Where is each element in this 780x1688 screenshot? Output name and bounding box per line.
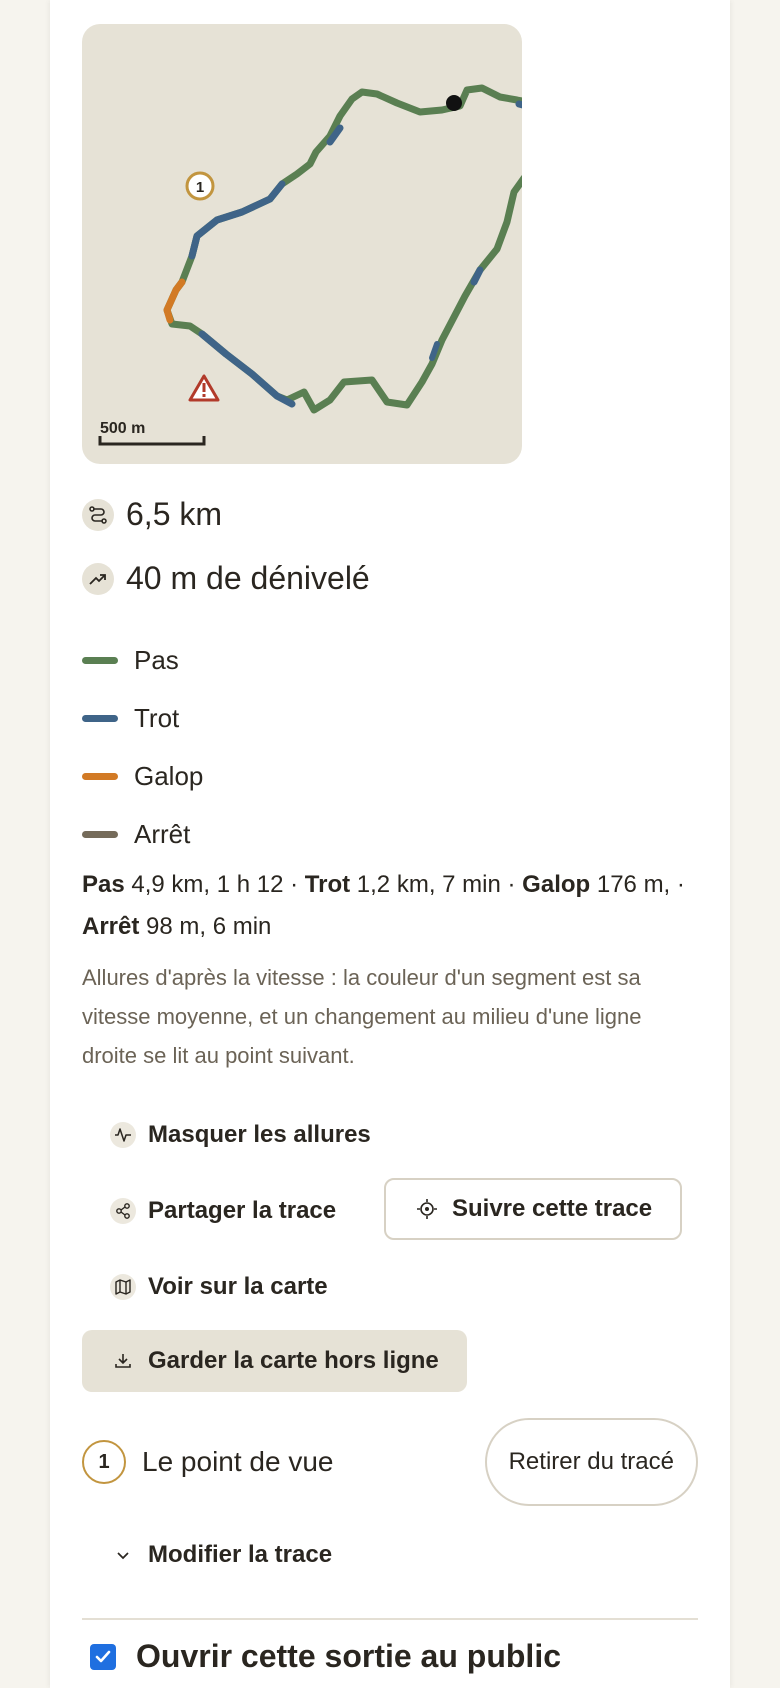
map-icon [110, 1274, 136, 1300]
legend-label: Trot [134, 702, 180, 733]
chevron-down-icon [110, 1542, 136, 1568]
legend-item-pas: Pas [82, 640, 179, 680]
route-path-trot [470, 266, 484, 286]
share-button[interactable]: Partager la trace [82, 1180, 364, 1242]
hide-gaits-label: Masquer les allures [148, 1121, 371, 1148]
activity-icon [110, 1122, 136, 1148]
elevation-stat: 40 m de dénivelé [82, 560, 370, 597]
warning-icon[interactable] [188, 374, 220, 402]
legend-swatch [82, 714, 118, 722]
summary-arret-label: Arrêt [82, 913, 140, 940]
summary-trot-label: Trot [304, 871, 351, 898]
poi-name: Le point de vue [142, 1446, 334, 1477]
legend-swatch [82, 656, 118, 664]
hide-gaits-button[interactable]: Masquer les allures [82, 1104, 399, 1166]
follow-track-button[interactable]: Suivre cette trace [384, 1178, 683, 1240]
outing-card: 1 500 m 6,5 km 40 m de dénivelé Pas Trot… [50, 0, 730, 1688]
download-icon [110, 1348, 136, 1374]
poi-number-badge: 1 [82, 1440, 126, 1484]
legend-label: Galop [134, 760, 204, 791]
public-checkbox[interactable] [90, 1643, 116, 1670]
poi-row: 1 Le point de vue Retirer du tracé [82, 1418, 698, 1506]
distance-stat: 6,5 km [82, 496, 222, 533]
summary-arret-value: 98 m, 6 min [139, 913, 272, 940]
legend-label: Arrêt [134, 818, 191, 849]
offline-map-label: Garder la carte hors ligne [148, 1347, 439, 1374]
share-label: Partager la trace [148, 1197, 337, 1224]
scale-label: 500 m [100, 420, 146, 437]
check-icon [95, 1650, 111, 1662]
gait-note: Allures d'après la vitesse : la couleur … [82, 965, 642, 1068]
route-map[interactable]: 1 500 m [82, 24, 522, 464]
gait-summary: Pas 4,9 km, 1 h 12 · Trot 1,2 km, 7 min … [82, 864, 698, 948]
follow-track-label: Suivre cette trace [452, 1195, 653, 1222]
view-map-button[interactable]: Voir sur la carte [82, 1256, 356, 1318]
edit-track-label: Modifier la trace [148, 1541, 333, 1568]
route-path-pas [163, 84, 522, 414]
edit-track-toggle[interactable]: Modifier la trace [82, 1524, 360, 1586]
poi-marker[interactable]: 1 [185, 171, 215, 201]
summary-trot-value: 1,2 km, 7 min · [350, 871, 523, 898]
summary-galop-value: 176 m, · [590, 871, 685, 898]
distance-value: 6,5 km [126, 496, 223, 532]
public-toggle-row[interactable]: Ouvrir cette sortie au public [90, 1638, 561, 1675]
public-label: Ouvrir cette sortie au public [136, 1638, 561, 1674]
route-icon [82, 498, 114, 531]
legend-item-arret: Arrêt [82, 814, 190, 854]
start-point [446, 95, 462, 111]
offline-map-button[interactable]: Garder la carte hors ligne [82, 1330, 467, 1392]
summary-galop-label: Galop [522, 871, 591, 898]
summary-pas-label: Pas [82, 871, 125, 898]
legend-item-trot: Trot [82, 698, 179, 738]
route-path-trot [515, 100, 522, 109]
share-icon [110, 1198, 136, 1224]
target-icon [414, 1196, 440, 1222]
route-svg: 1 [98, 84, 522, 446]
trending-up-icon [82, 562, 114, 595]
summary-pas-value: 4,9 km, 1 h 12 · [124, 871, 305, 898]
divider [82, 1618, 698, 1620]
legend-label: Pas [134, 644, 179, 675]
legend-item-galop: Galop [82, 756, 203, 796]
elevation-value: 40 m de dénivelé [126, 560, 370, 596]
poi-marker-number: 1 [196, 179, 204, 196]
view-map-label: Voir sur la carte [148, 1273, 328, 1300]
route-path-galop [163, 278, 186, 324]
legend-swatch [82, 830, 118, 838]
legend-swatch [82, 772, 118, 780]
remove-from-route-button[interactable]: Retirer du tracé [484, 1418, 698, 1506]
